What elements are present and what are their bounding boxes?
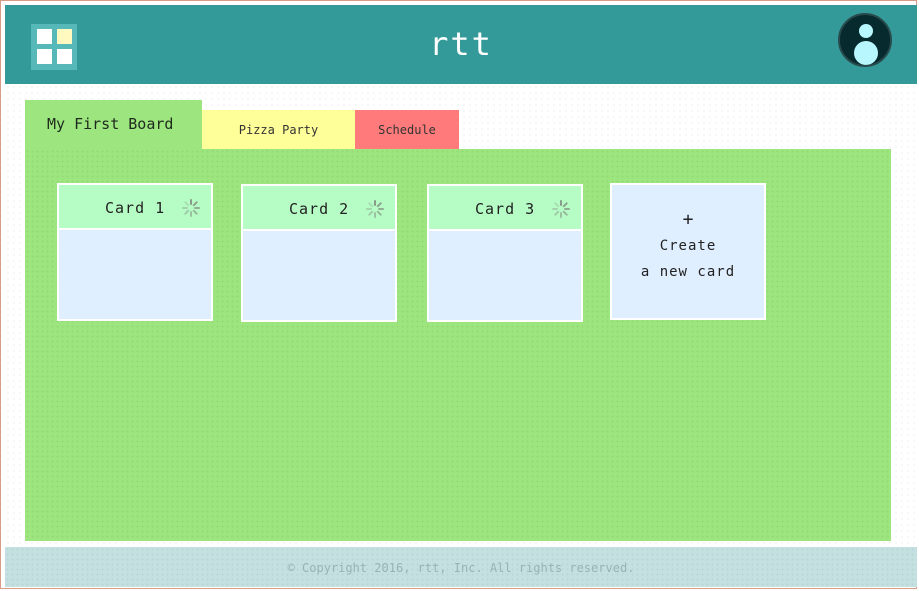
loading-spinner-icon [552, 200, 570, 218]
card-title: Card 1 [105, 199, 166, 217]
app-header: rtt [5, 5, 917, 84]
board-area: Card 1 Card 2 Card 3 + Create a new card [25, 149, 891, 541]
tab-my-first-board[interactable]: My First Board [25, 100, 202, 150]
card-header[interactable]: Card 1 [59, 185, 211, 230]
create-card-label: Create [659, 238, 717, 254]
card-title: Card 3 [475, 200, 536, 218]
app-title: rtt [429, 25, 493, 63]
card-title: Card 2 [289, 200, 350, 218]
card[interactable]: Card 2 [241, 184, 397, 322]
user-avatar-icon[interactable] [838, 13, 892, 67]
card-header[interactable]: Card 3 [429, 186, 581, 231]
tab-pizza-party[interactable]: Pizza Party [202, 110, 355, 150]
plus-icon: + [682, 209, 694, 230]
loading-spinner-icon [182, 199, 200, 217]
card[interactable]: Card 1 [57, 183, 213, 321]
card[interactable]: Card 3 [427, 184, 583, 322]
create-card-button[interactable]: + Create a new card [610, 183, 766, 320]
loading-spinner-icon [366, 200, 384, 218]
avatar-body [854, 41, 878, 65]
app-window: rtt My First Board Pizza Party Schedule … [0, 0, 917, 589]
tab-schedule[interactable]: Schedule [355, 110, 459, 150]
main-content: My First Board Pizza Party Schedule Card… [5, 84, 917, 547]
avatar-head [859, 24, 873, 38]
create-card-label: a new card [640, 264, 736, 280]
footer-copyright: © Copyright 2016, rtt, Inc. All rights r… [5, 547, 917, 587]
card-header[interactable]: Card 2 [243, 186, 395, 231]
